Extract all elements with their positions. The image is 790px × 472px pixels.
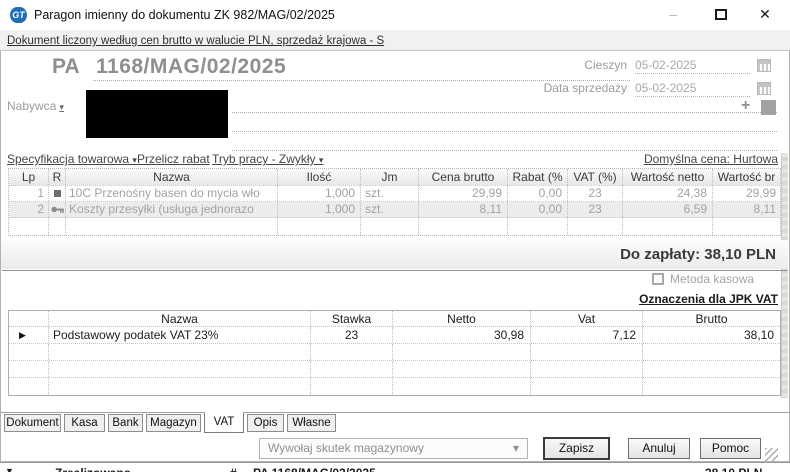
default-price-link[interactable]: Domyślna cena: Hurtowa xyxy=(644,152,778,166)
summary-divider xyxy=(2,270,787,271)
buyer-dropdown-icon[interactable]: ▾ xyxy=(59,102,64,112)
clipped-background-text: PA 1168/MAG/02/2025 xyxy=(253,466,376,472)
doc-symbol: PA xyxy=(52,55,80,78)
vat-table: Nazwa Stawka Netto Vat Brutto ▶ Podstawo… xyxy=(8,310,781,396)
buyer-line-3 xyxy=(232,150,777,151)
title-bar: GT Paragon imienny do dokumentu ZK 982/M… xyxy=(0,0,790,30)
minimize-button[interactable]: – xyxy=(658,0,688,30)
total-due-band: Do zapłaty: 38,10 PLN xyxy=(1,240,788,269)
vat-row[interactable]: ▶ Podstawowy podatek VAT 23% 23 30,98 7,… xyxy=(9,327,780,344)
window-title: Paragon imienny do dokumentu ZK 982/MAG/… xyxy=(34,8,335,22)
cash-method-checkbox[interactable] xyxy=(652,273,664,285)
items-table: Lp R Nazwa Ilość Jm Cena brutto Rabat (%… xyxy=(8,168,781,236)
tab-vat[interactable]: VAT xyxy=(204,412,244,433)
buyer-field-redacted[interactable] xyxy=(86,90,228,138)
doc-number-field[interactable]: 1168/MAG/02/2025 xyxy=(96,55,286,79)
tab-dokument[interactable]: Dokument xyxy=(4,414,61,432)
maximize-button[interactable] xyxy=(706,0,736,30)
buyer-line-1 xyxy=(232,112,777,113)
vat-row-empty xyxy=(9,344,780,361)
pricing-mode-link[interactable]: Dokument liczony według cen brutto w wal… xyxy=(7,35,384,47)
paragon-dialog-window: GT Paragon imienny do dokumentu ZK 982/M… xyxy=(0,0,790,472)
tab-kasa[interactable]: Kasa xyxy=(64,414,105,432)
items-table-header: Lp R Nazwa Ilość Jm Cena brutto Rabat (%… xyxy=(9,169,780,186)
subiekt-gt-app-icon: GT xyxy=(10,7,27,23)
sale-date-label: Data sprzedaży xyxy=(543,81,627,95)
recalc-discount-link[interactable]: Przelicz rabat xyxy=(137,152,210,166)
help-button[interactable]: Pomoc xyxy=(700,438,761,459)
doc-date-field[interactable]: 05-02-2025 xyxy=(635,58,750,74)
tab-opis[interactable]: Opis xyxy=(247,414,284,432)
total-due-amount: 38,10 PLN xyxy=(704,246,776,263)
cancel-button[interactable]: Anuluj xyxy=(628,438,690,459)
clipped-background-text: # xyxy=(230,466,237,472)
item-row[interactable]: 2 Koszty przesyłki (usługa jednorazo 1,0… xyxy=(9,202,780,218)
close-button[interactable]: ✕ xyxy=(748,0,782,30)
buyer-line-2 xyxy=(232,131,777,132)
specification-link[interactable]: Specyfikacja towarowa ▾ xyxy=(7,152,137,166)
item-row-empty[interactable] xyxy=(9,218,780,235)
work-mode-dropdown-icon: ▾ xyxy=(318,155,324,165)
clipped-background-marker: ▼ xyxy=(5,466,14,472)
city-label: Cieszyn xyxy=(584,58,627,72)
clipped-background-text: Zrealizowano xyxy=(55,466,131,472)
picker-button[interactable] xyxy=(761,100,776,115)
document-info-bar: Dokument liczony według cen brutto w wal… xyxy=(0,30,790,51)
total-due-label: Do zapłaty: xyxy=(620,246,701,263)
sale-date-calendar-icon[interactable] xyxy=(757,82,771,95)
tab-bank[interactable]: Bank xyxy=(108,414,143,432)
background-scrollbar xyxy=(781,153,788,398)
background-window-row: ▼ Zrealizowano # PA 1168/MAG/02/2025 38,… xyxy=(0,462,790,472)
cash-method-label: Metoda kasowa xyxy=(670,272,755,286)
clipped-background-text: 38,10 PLN xyxy=(705,466,762,472)
add-position-button[interactable]: + xyxy=(741,97,750,115)
doc-date-calendar-icon[interactable] xyxy=(757,59,771,72)
tab-strip-divider xyxy=(0,412,790,413)
warehouse-effect-dropdown[interactable]: Wywołaj skutek magazynowy ▾ xyxy=(259,438,528,459)
jpk-vat-link[interactable]: Oznaczenia dla JPK VAT xyxy=(639,292,778,306)
dropdown-arrow-icon: ▾ xyxy=(512,441,519,455)
tab-magazyn[interactable]: Magazyn xyxy=(146,414,201,432)
vat-row-empty xyxy=(9,378,780,395)
vat-table-header: Nazwa Stawka Netto Vat Brutto xyxy=(9,311,780,327)
work-mode-link[interactable]: Tryb pracy - Zwykły ▾ xyxy=(212,152,323,166)
current-row-marker-icon: ▶ xyxy=(9,327,49,343)
maximize-icon xyxy=(715,9,727,20)
buyer-label: Nabywca ▾ xyxy=(7,99,64,113)
resize-grip[interactable] xyxy=(765,448,778,461)
vat-row-empty xyxy=(9,361,780,378)
product-type-icon xyxy=(49,186,66,201)
item-row[interactable]: 1 10C Przenośny basen do mycia wło 1,000… xyxy=(9,186,780,202)
service-type-icon xyxy=(49,202,66,217)
sale-date-field[interactable]: 05-02-2025 xyxy=(635,81,750,97)
save-button[interactable]: Zapisz xyxy=(543,437,610,460)
tab-wlasne[interactable]: Własne xyxy=(287,414,336,432)
